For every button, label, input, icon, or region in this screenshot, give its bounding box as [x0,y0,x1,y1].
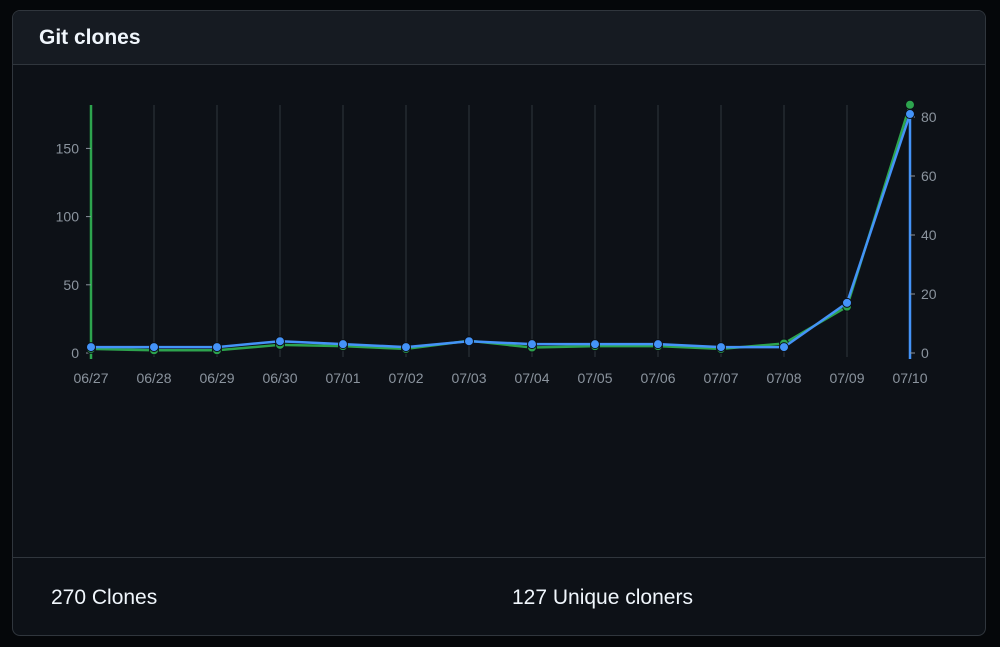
unique-data-point [779,342,789,353]
x-axis-tick-label: 07/06 [640,370,675,386]
unique-data-point [275,336,285,347]
grid-lines [153,105,848,357]
right-axis-tick-label: 80 [921,109,937,125]
x-axis-tick-label: 07/08 [766,370,801,386]
clones-series-line [90,104,912,352]
unique-data-point [653,339,663,350]
left-axis-tick-label: 150 [56,140,80,156]
x-axis-tick-label: 07/02 [388,370,423,386]
total-clones-count: 270 Clones [51,586,158,609]
right-axis-tick-label: 0 [921,345,929,361]
unique-data-point [716,342,726,353]
unique-data-point [527,339,537,350]
unique-data-point [590,339,600,350]
unique-data-point [842,297,852,308]
unique-data-point [464,336,474,347]
unique-data-point [338,339,348,350]
x-axis-tick-label: 07/10 [892,370,927,386]
unique-data-point [401,342,411,353]
unique-series-line [91,113,912,349]
x-axis-tick-label: 07/09 [829,370,864,386]
axes [86,105,915,359]
git-clones-panel: Git clones 0 50 100 150 0 20 40 60 80 06/27 06/28 0… [12,10,986,636]
x-axis-tick-label: 06/30 [262,370,297,386]
x-axis-tick-label: 07/03 [451,370,486,386]
right-axis-tick-label: 40 [921,227,937,243]
panel-header: Git clones [13,11,985,65]
x-axis-tick-label: 07/07 [703,370,738,386]
panel-title: Git clones [39,25,141,49]
left-axis-tick-label: 0 [71,345,79,361]
series-lines [86,99,915,356]
x-axis-tick-label: 06/29 [199,370,234,386]
unique-cloners-count: 127 Unique cloners [512,586,693,609]
x-axis-tick-label: 07/04 [514,370,549,386]
left-axis-tick-label: 50 [63,277,79,293]
unique-data-point [212,342,222,353]
x-axis-tick-label: 06/27 [73,370,108,386]
summary-footer: 270 Clones 127 Unique cloners [13,557,985,635]
x-axis-tick-label: 07/01 [325,370,360,386]
left-axis-tick-label: 100 [56,209,80,225]
right-axis-tick-label: 60 [921,168,937,184]
clones-chart-svg: 0 50 100 150 0 20 40 60 80 06/27 06/28 06/29 06/30 07… [56,99,937,386]
x-axis-tick-label: 07/05 [577,370,612,386]
clones-data-point [905,99,915,110]
clones-chart: 0 50 100 150 0 20 40 60 80 06/27 06/28 06/29 06/30 07… [13,65,985,557]
unique-data-point [86,342,96,353]
unique-data-point [149,342,159,353]
x-axis-tick-label: 06/28 [136,370,171,386]
right-axis-tick-label: 20 [921,286,937,302]
unique-data-point [905,109,915,120]
